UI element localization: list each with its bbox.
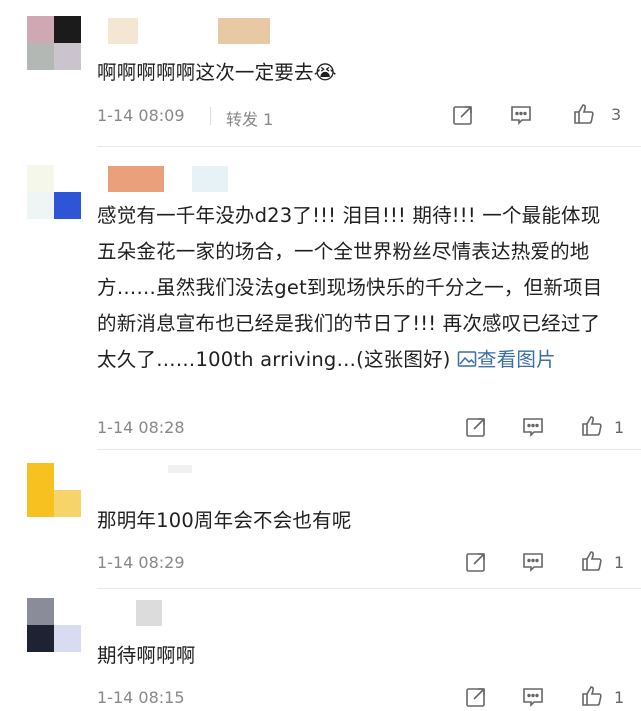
comment-time: 1-14 08:28 — [97, 418, 185, 437]
comment-meta: 1-14 08:28 — [97, 415, 641, 441]
divider — [97, 588, 641, 589]
like-count: 1 — [614, 418, 625, 437]
comment-text: 期待啊啊啊 — [97, 644, 196, 667]
thumbs-up-icon[interactable] — [580, 414, 604, 438]
comment-body: 感觉有一千年没办d23了!!! 泪目!!! 期待!!! 一个最能体现五朵金花一家… — [97, 204, 603, 371]
like-count: 3 — [611, 105, 622, 124]
thumbs-up-icon[interactable] — [572, 102, 596, 126]
avatar[interactable] — [27, 463, 81, 517]
comment-icon[interactable] — [509, 103, 533, 127]
like-count: 1 — [614, 553, 625, 572]
divider — [97, 146, 641, 147]
divider — [97, 449, 641, 450]
comment-item: 那明年100周年会不会也有呢 1-14 08:29 1 — [0, 455, 641, 585]
divider — [210, 107, 211, 125]
share-icon[interactable] — [464, 415, 488, 439]
comment-item: 期待啊啊啊 1-14 08:15 1 — [0, 590, 641, 707]
comment-text: 那明年100周年会不会也有呢 — [97, 509, 352, 532]
thumbs-up-icon[interactable] — [580, 549, 604, 573]
image-link-icon — [457, 351, 477, 367]
comment-icon[interactable] — [521, 550, 545, 574]
comment-time: 1-14 08:15 — [97, 688, 185, 707]
avatar[interactable] — [27, 16, 81, 70]
comment-time: 1-14 08:09 — [97, 106, 185, 125]
comment-meta: 1-14 08:09 转发 1 — [97, 103, 641, 129]
avatar[interactable] — [27, 165, 81, 219]
share-icon[interactable] — [464, 685, 488, 709]
forward-count[interactable]: 转发 1 — [226, 106, 273, 130]
share-icon[interactable] — [451, 103, 475, 127]
comment-icon[interactable] — [521, 685, 545, 709]
view-image-label: 查看图片 — [477, 348, 556, 371]
comment-text: 啊啊啊啊啊这次一定要去😭 — [97, 61, 337, 84]
comment-meta: 1-14 08:15 — [97, 685, 641, 711]
comment-icon[interactable] — [521, 415, 545, 439]
comment-meta: 1-14 08:29 — [97, 550, 641, 576]
view-image-link[interactable]: 查看图片 — [457, 348, 556, 371]
thumbs-up-icon[interactable] — [580, 684, 604, 708]
comment-time: 1-14 08:29 — [97, 553, 185, 572]
avatar[interactable] — [27, 598, 81, 652]
share-icon[interactable] — [464, 550, 488, 574]
comment-item: 感觉有一千年没办d23了!!! 泪目!!! 期待!!! 一个最能体现五朵金花一家… — [0, 150, 641, 450]
like-count: 1 — [614, 688, 625, 707]
comment-text: 感觉有一千年没办d23了!!! 泪目!!! 期待!!! 一个最能体现五朵金花一家… — [97, 198, 619, 378]
comment-item: 啊啊啊啊啊这次一定要去😭 1-14 08:09 转发 1 3 — [0, 0, 641, 140]
